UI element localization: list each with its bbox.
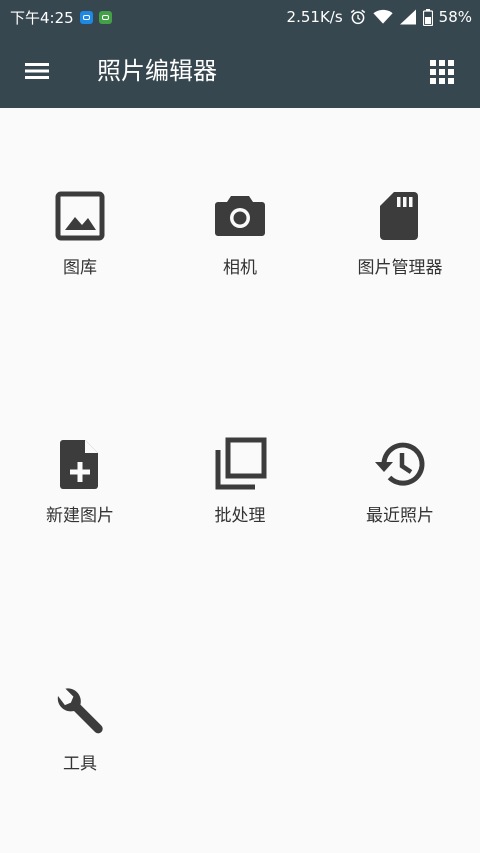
tile-batch[interactable]: 批处理 — [160, 356, 320, 604]
grid-view-button[interactable] — [428, 58, 456, 86]
gallery-icon — [55, 191, 105, 241]
status-left: 下午4:25 — [10, 0, 112, 34]
camera-icon — [215, 196, 265, 236]
alarm-icon — [350, 9, 365, 25]
batch-icon — [215, 437, 267, 490]
tile-label-picture-manager: 图片管理器 — [357, 258, 443, 278]
tile-label-gallery: 图库 — [63, 258, 97, 278]
notification-app-icon — [79, 10, 93, 24]
battery-icon — [422, 8, 433, 26]
tile-camera[interactable]: 相机 — [160, 108, 320, 356]
main-content: 图库 相机 图片管理器 新建图片 批处理 最近照片 工具 — [0, 108, 480, 853]
wifi-icon — [373, 9, 393, 24]
notification-chat-icon — [98, 10, 112, 24]
wrench-icon — [57, 688, 103, 734]
menu-icon — [25, 63, 49, 79]
tile-recent-photos[interactable]: 最近照片 — [320, 356, 480, 604]
grid-icon — [430, 60, 454, 84]
tile-label-new-image: 新建图片 — [46, 506, 114, 526]
signal-icon — [399, 9, 416, 25]
network-speed: 2.51K/s — [286, 8, 343, 26]
tile-label-tools: 工具 — [63, 754, 97, 774]
status-time: 下午4:25 — [10, 8, 74, 27]
status-right: 2.51K/s 58% — [287, 0, 472, 34]
tile-tools[interactable]: 工具 — [0, 604, 160, 852]
menu-button[interactable] — [22, 59, 52, 83]
tile-label-batch: 批处理 — [214, 506, 266, 526]
battery-percent: 58% — [438, 8, 472, 26]
status-bar: 下午4:25 2.51K/s 58% — [0, 0, 480, 34]
app-bar: 照片编辑器 — [0, 34, 480, 108]
tile-new-image[interactable]: 新建图片 — [0, 356, 160, 604]
sd-card-icon — [380, 192, 418, 240]
page-title: 照片编辑器 — [97, 57, 217, 85]
tile-label-camera: 相机 — [223, 258, 257, 278]
tile-gallery[interactable]: 图库 — [0, 108, 160, 356]
new-file-icon — [60, 440, 98, 489]
tile-label-recent-photos: 最近照片 — [366, 506, 434, 526]
history-icon — [375, 442, 425, 486]
tile-picture-manager[interactable]: 图片管理器 — [320, 108, 480, 356]
